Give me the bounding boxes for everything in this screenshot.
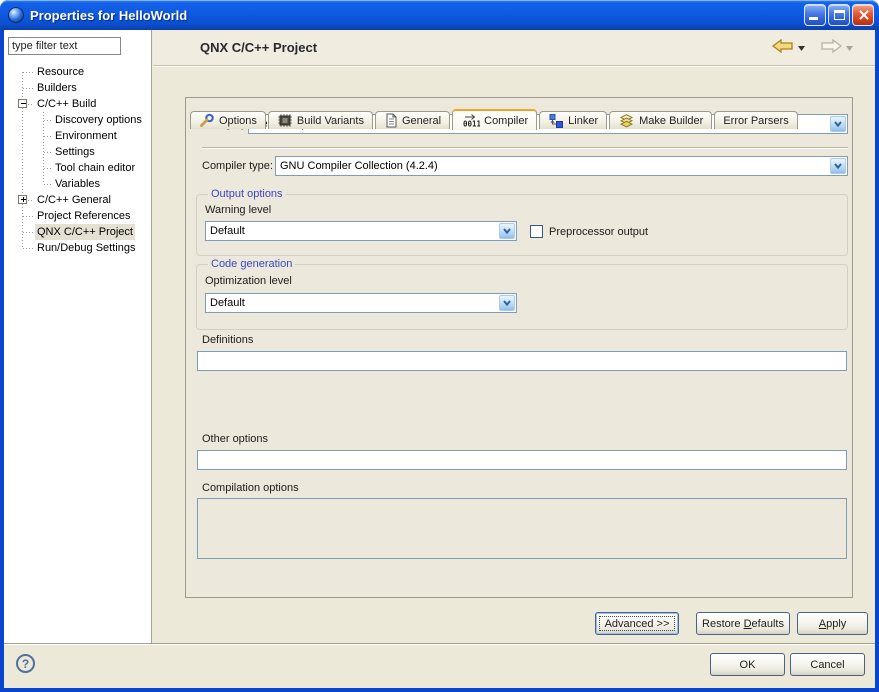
back-dropdown-icon[interactable] <box>798 42 805 54</box>
output-options-group: Output options Warning level Default Pre… <box>196 194 848 256</box>
chevron-down-icon[interactable] <box>499 223 515 239</box>
tree-item-ccpp-build[interactable]: C/C++ Build <box>4 96 150 112</box>
page-title: QNX C/C++ Project <box>200 40 317 55</box>
restore-defaults-button[interactable]: Restore Defaults <box>696 612 790 635</box>
title-bar[interactable]: Properties for HelloWorld <box>0 0 879 30</box>
compilation-options-label: Compilation options <box>202 482 299 494</box>
minimize-icon <box>809 17 818 20</box>
definitions-label: Definitions <box>202 334 253 346</box>
tree-item-builders[interactable]: Builders <box>4 80 150 96</box>
page-header: QNX C/C++ Project <box>153 30 875 66</box>
maximize-button[interactable] <box>828 4 850 26</box>
tree-item-qnx-ccpp-project[interactable]: QNX C/C++ Project <box>4 224 150 240</box>
chevron-down-icon[interactable] <box>499 295 515 311</box>
tab-compiler[interactable]: 0011 Compiler <box>452 109 537 130</box>
forward-arrow-icon[interactable] <box>819 38 843 57</box>
window-title: Properties for HelloWorld <box>30 8 187 23</box>
link-nodes-icon <box>548 113 564 128</box>
question-mark-icon: ? <box>22 657 29 671</box>
layers-icon <box>618 113 635 128</box>
preprocessor-output-label: Preprocessor output <box>549 226 648 238</box>
dialog-client-area: Resource Builders C/C++ Build Discovery … <box>4 30 875 688</box>
warning-level-label: Warning level <box>205 204 271 216</box>
tree-item-discovery-options[interactable]: Discovery options <box>4 112 150 128</box>
tree-item-resource[interactable]: Resource <box>4 64 150 80</box>
minimize-button[interactable] <box>804 4 826 26</box>
footer-separator <box>4 643 875 644</box>
forward-dropdown-icon[interactable] <box>846 42 853 54</box>
binary-icon: 0011 <box>461 113 480 128</box>
warning-level-combo[interactable]: Default <box>205 221 517 241</box>
apply-button[interactable]: Apply <box>797 612 868 635</box>
collapse-expander-icon[interactable] <box>18 99 27 108</box>
other-options-label: Other options <box>202 433 268 445</box>
compiler-tab-pane: Category General options Compiler type: … <box>185 97 853 598</box>
sidebar: Resource Builders C/C++ Build Discovery … <box>4 30 152 644</box>
definitions-input[interactable] <box>197 351 847 371</box>
tree-item-project-references[interactable]: Project References <box>4 208 150 224</box>
compiler-type-combo[interactable]: GNU Compiler Collection (4.2.4) <box>275 156 848 176</box>
tree-item-settings[interactable]: Settings <box>4 144 150 160</box>
cancel-button[interactable]: Cancel <box>790 653 865 676</box>
app-icon <box>8 7 24 23</box>
optimization-level-label: Optimization level <box>205 275 292 287</box>
tab-linker[interactable]: Linker <box>539 111 607 129</box>
tab-options[interactable]: Options <box>190 111 266 129</box>
code-generation-group: Code generation Optimization level Defau… <box>196 264 848 330</box>
optimization-level-combo[interactable]: Default <box>205 293 517 313</box>
other-options-input[interactable] <box>197 450 847 470</box>
preprocessor-output-checkbox[interactable] <box>530 225 543 238</box>
back-arrow-icon[interactable] <box>771 38 795 57</box>
properties-dialog: Properties for HelloWorld Resource Build… <box>0 0 879 692</box>
tab-error-parsers[interactable]: Error Parsers <box>714 111 797 129</box>
close-button[interactable] <box>852 4 874 26</box>
document-icon <box>384 113 398 128</box>
properties-tree: Resource Builders C/C++ Build Discovery … <box>4 64 150 256</box>
tab-build-variants[interactable]: Build Variants <box>268 111 373 129</box>
separator <box>202 147 848 148</box>
compilation-options-textarea[interactable] <box>197 498 847 559</box>
tree-item-environment[interactable]: Environment <box>4 128 150 144</box>
tree-item-tool-chain-editor[interactable]: Tool chain editor <box>4 160 150 176</box>
maximize-icon <box>834 10 845 20</box>
tab-bar: Options Build Variants General 0011 Comp… <box>190 109 798 129</box>
chip-icon <box>277 113 293 128</box>
compiler-type-label: Compiler type: <box>202 160 273 172</box>
tree-item-ccpp-general[interactable]: C/C++ General <box>4 192 150 208</box>
chevron-down-icon[interactable] <box>830 158 846 174</box>
tab-general[interactable]: General <box>375 111 450 129</box>
help-button[interactable]: ? <box>16 654 35 673</box>
code-generation-title: Code generation <box>208 258 295 270</box>
wrench-icon <box>199 113 215 128</box>
svg-text:0011: 0011 <box>463 120 480 129</box>
tab-make-builder[interactable]: Make Builder <box>609 111 712 129</box>
output-options-title: Output options <box>208 188 286 200</box>
tree-item-run-debug-settings[interactable]: Run/Debug Settings <box>4 240 150 256</box>
chevron-down-icon[interactable] <box>830 116 846 132</box>
expand-expander-icon[interactable] <box>18 195 27 204</box>
advanced-button[interactable]: Advanced >> <box>595 612 679 635</box>
filter-input[interactable] <box>8 37 121 55</box>
ok-button[interactable]: OK <box>710 653 785 676</box>
tree-item-variables[interactable]: Variables <box>4 176 150 192</box>
